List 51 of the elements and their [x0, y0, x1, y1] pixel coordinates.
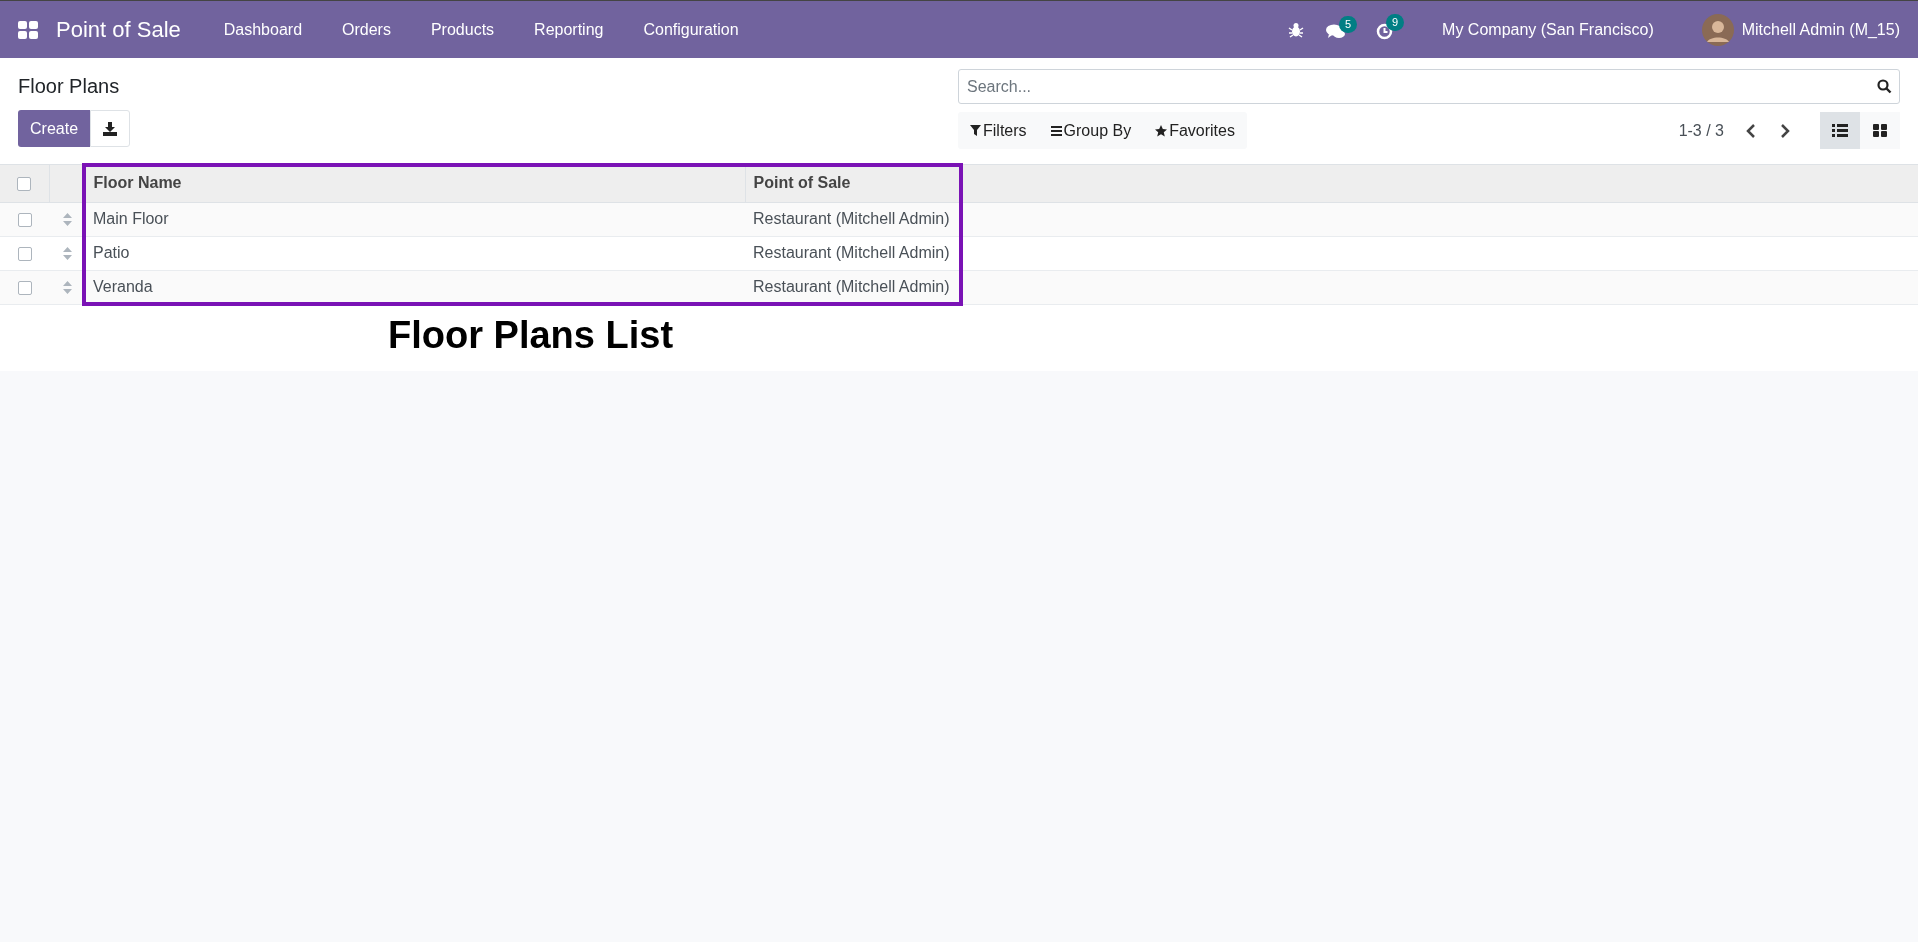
- chevron-left-icon[interactable]: [1746, 123, 1756, 138]
- apps-menu-icon[interactable]: [18, 20, 38, 39]
- search-icon[interactable]: [1877, 79, 1892, 94]
- checkbox[interactable]: [17, 246, 32, 261]
- menu-item[interactable]: Orders: [322, 17, 411, 42]
- view-kanban-button[interactable]: [1860, 112, 1900, 149]
- filter-dropdown[interactable]: Filters: [958, 118, 1039, 143]
- list-view-icon: [1832, 124, 1848, 137]
- search-field[interactable]: Search...: [958, 69, 1900, 104]
- column-header[interactable]: Floor Name: [85, 165, 745, 202]
- filter-icon: [970, 125, 981, 136]
- user-menu[interactable]: Mitchell Admin (M_15): [1741, 17, 1900, 42]
- table-cell: Main Floor: [93, 210, 169, 227]
- menu-item[interactable]: Products: [410, 17, 515, 42]
- badge-count: 5: [1339, 15, 1358, 33]
- star-icon: [1155, 124, 1168, 137]
- menu-item[interactable]: Dashboard: [203, 17, 323, 42]
- table-cell: Veranda: [93, 278, 153, 295]
- column-header[interactable]: Point of Sale: [745, 165, 962, 202]
- table-cell: Restaurant (Mitchell Admin): [753, 244, 950, 261]
- company-switcher[interactable]: My Company (San Francisco): [1442, 17, 1654, 42]
- drag-handle-icon[interactable]: [62, 281, 72, 295]
- download-button[interactable]: [90, 110, 131, 147]
- menu-item[interactable]: Reporting: [514, 17, 624, 42]
- drag-handle-icon[interactable]: [62, 213, 72, 227]
- grid-view-icon: [1873, 124, 1887, 137]
- clock-icon: [1376, 22, 1394, 40]
- bug-icon[interactable]: [1288, 21, 1305, 38]
- view-list-button[interactable]: [1820, 112, 1860, 149]
- download-icon: [103, 121, 118, 136]
- table-cell: Restaurant (Mitchell Admin): [753, 210, 950, 227]
- badge-count: 9: [1386, 13, 1405, 31]
- checkbox[interactable]: [17, 212, 32, 227]
- app-title[interactable]: Point of Sale: [56, 13, 181, 46]
- filter-dropdown[interactable]: Favorites: [1143, 118, 1247, 143]
- avatar-icon[interactable]: [1701, 13, 1734, 46]
- pager-value: 1-3 / 3: [1678, 120, 1724, 141]
- table-cell: Restaurant (Mitchell Admin): [753, 278, 950, 295]
- filter-dropdown[interactable]: Group By: [1038, 118, 1144, 143]
- list-icon: [1050, 125, 1062, 136]
- page-title: Floor Plans: [18, 74, 120, 98]
- create-button[interactable]: Create: [18, 110, 91, 147]
- checkbox[interactable]: [17, 177, 32, 191]
- table-cell: Patio: [93, 244, 130, 261]
- messages-button[interactable]: 5: [1326, 17, 1355, 42]
- activities-button[interactable]: 9: [1376, 17, 1405, 42]
- caption-text: Floor Plans List: [388, 312, 674, 358]
- menu-item[interactable]: Configuration: [623, 17, 759, 42]
- chevron-right-icon[interactable]: [1780, 123, 1790, 138]
- drag-handle-icon[interactable]: [62, 247, 72, 261]
- checkbox[interactable]: [17, 280, 32, 295]
